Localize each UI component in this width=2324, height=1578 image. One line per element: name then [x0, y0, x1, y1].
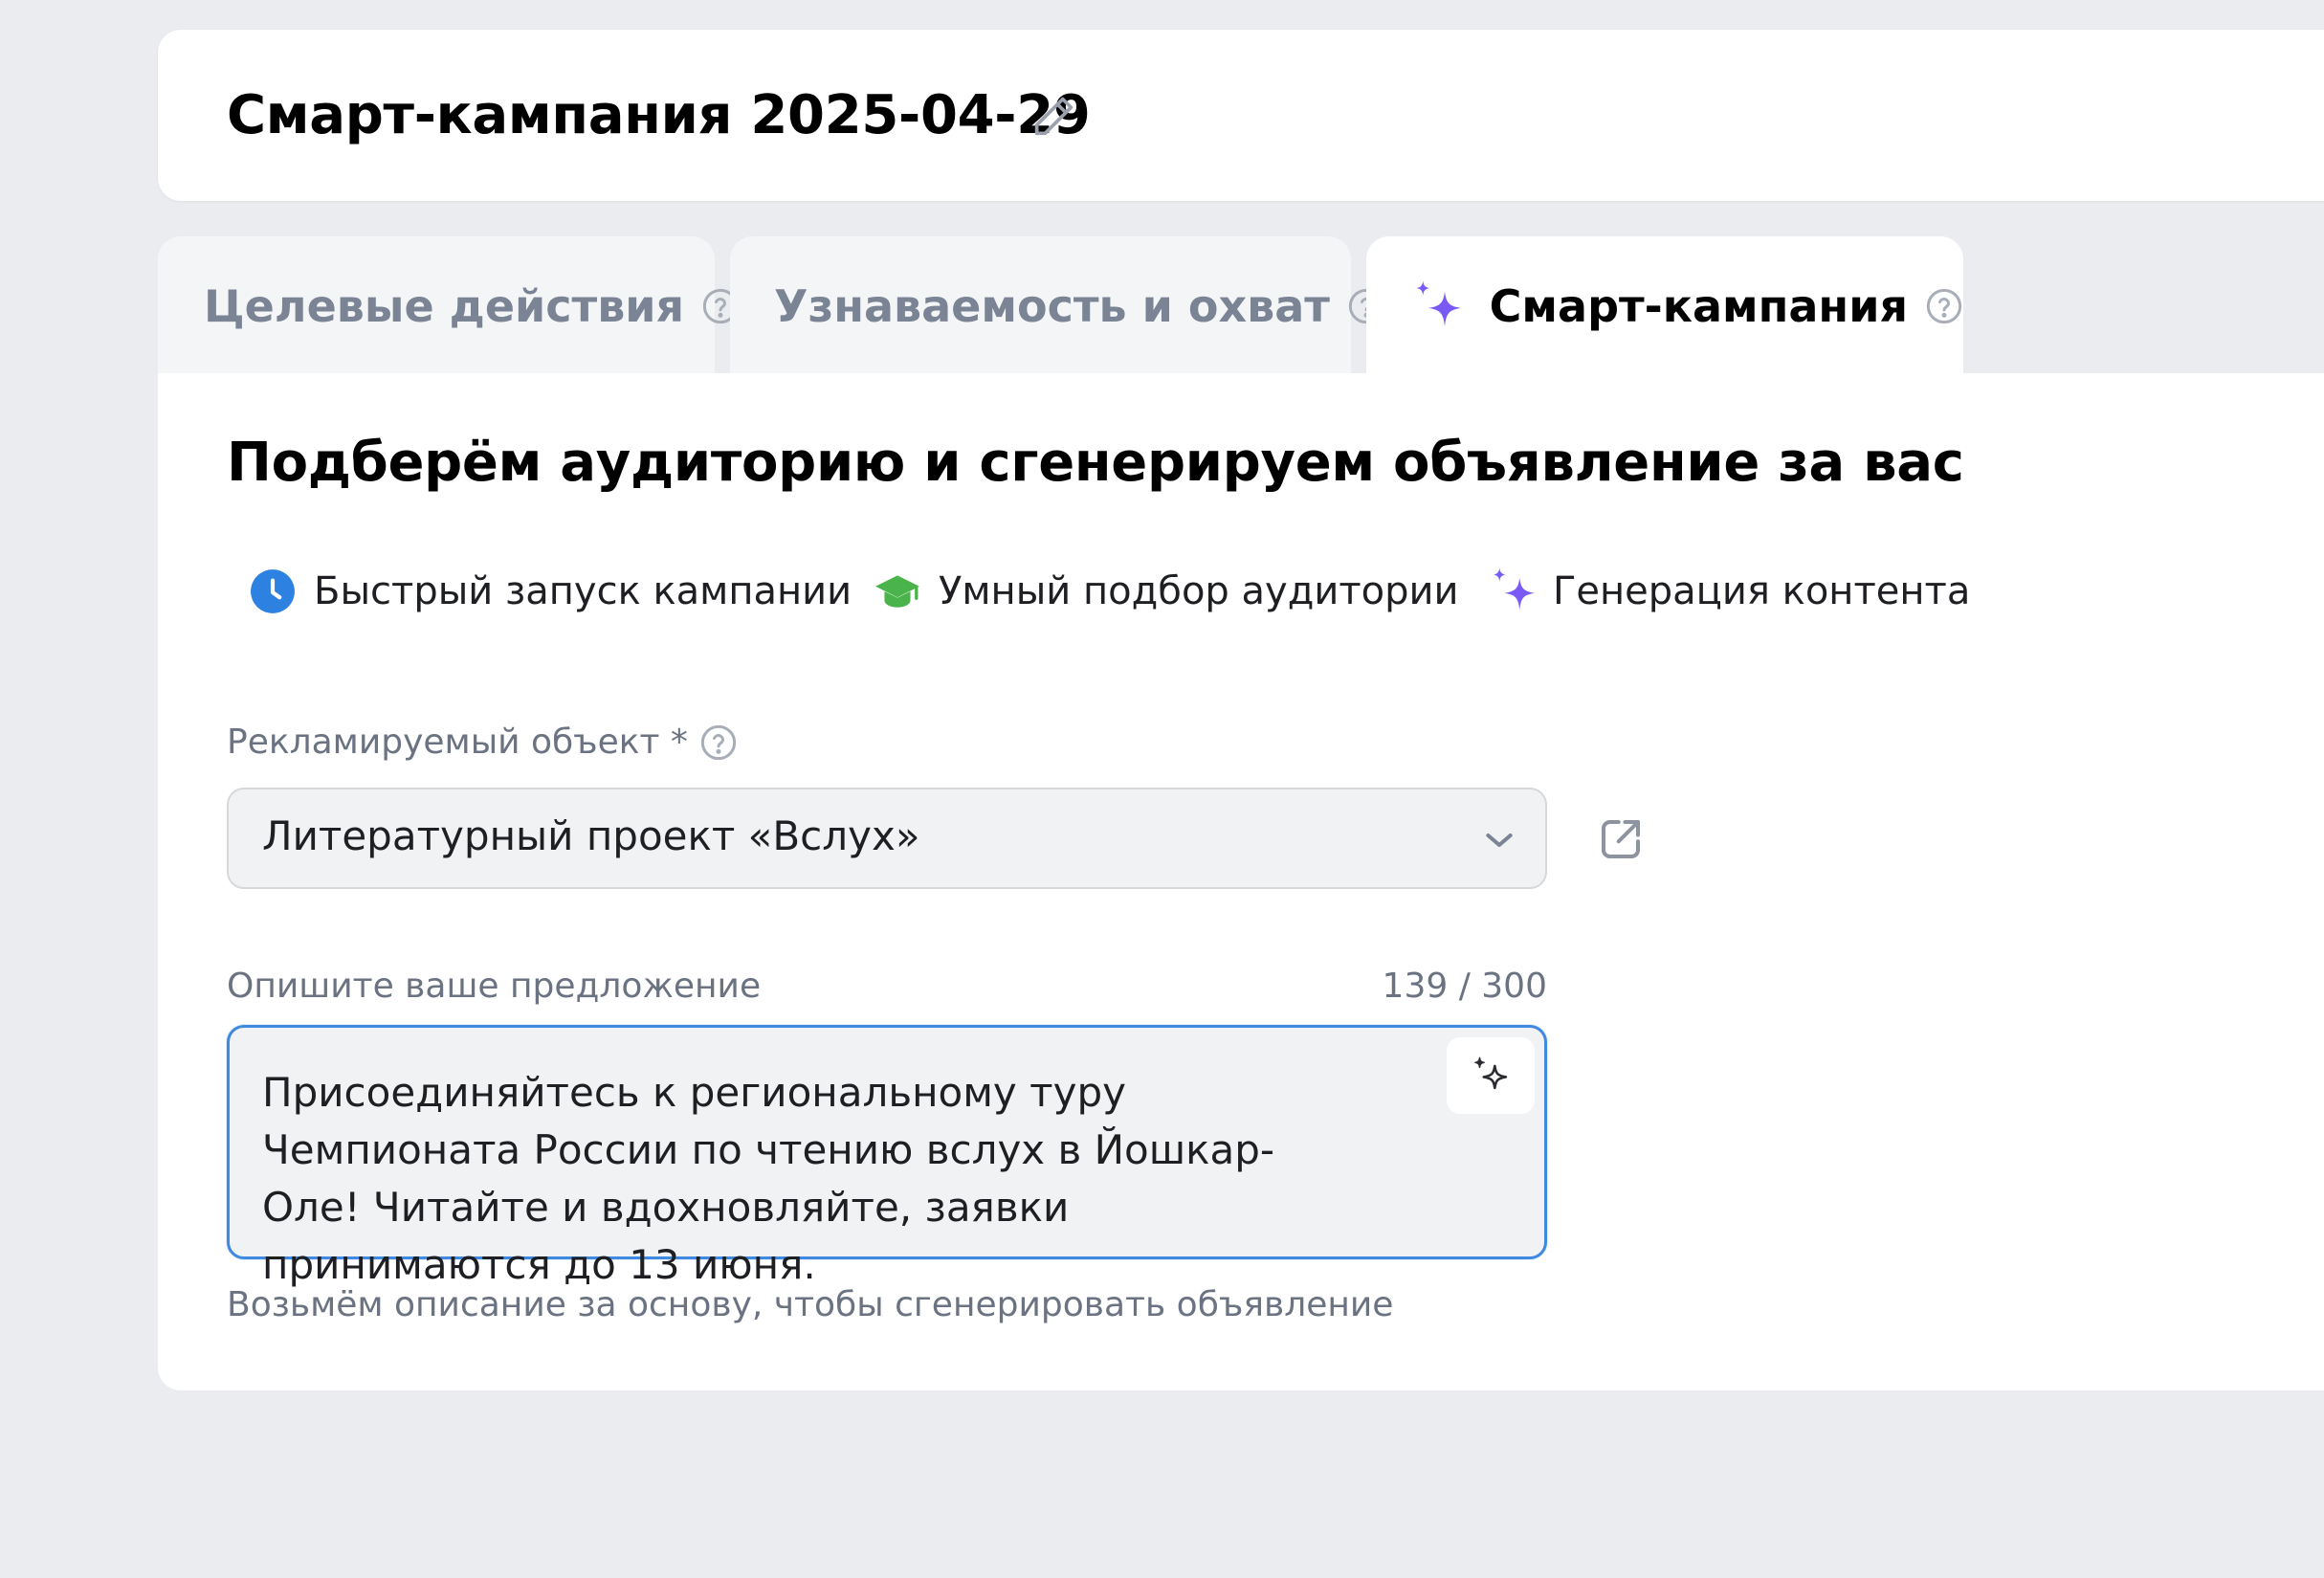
description-text[interactable]: Присоединяйтесь к региональному туру Чем… — [262, 1064, 1362, 1294]
sparkles-icon — [1494, 567, 1535, 611]
pencil-icon[interactable] — [1029, 92, 1078, 142]
help-icon[interactable] — [1925, 287, 1963, 325]
clock-icon — [251, 569, 295, 613]
description-textarea[interactable]: Присоединяйтесь к региональному туру Чем… — [227, 1025, 1547, 1288]
feature-label: Умный подбор аудитории — [939, 569, 1459, 613]
advertised-object-label-text: Рекламируемый объект * — [227, 722, 688, 762]
advertised-object-select[interactable]: Литературный проект «Вслух» — [227, 788, 1547, 889]
tab-target-actions[interactable]: Целевые действия — [158, 236, 739, 375]
description-label: Опишите ваше предложение — [227, 967, 762, 1006]
feature-label: Быстрый запуск кампании — [314, 569, 852, 613]
external-link-icon[interactable] — [1595, 813, 1647, 865]
advertised-object-label: Рекламируемый объект * — [227, 722, 738, 762]
advertised-object-value: Литературный проект «Вслух» — [262, 812, 920, 859]
generate-ai-button[interactable] — [1447, 1037, 1535, 1114]
sparkles-icon — [1416, 279, 1462, 326]
description-hint: Возьмём описание за основу, чтобы сгенер… — [227, 1285, 1394, 1324]
feature-content-generation: Генерация контента — [1488, 563, 1970, 620]
feature-fast-launch: Быстрый запуск кампании — [249, 563, 852, 620]
section-title: Подберём аудиторию и сгенерируем объявле… — [227, 432, 1964, 494]
page-title: Смарт-кампания 2025-04-29 — [227, 84, 1091, 146]
help-icon[interactable] — [699, 723, 738, 762]
tab-smart-campaign[interactable]: Смарт-кампания — [1366, 236, 1963, 375]
feature-smart-audience: Умный подбор аудитории — [874, 563, 1459, 620]
tab-awareness-reach[interactable]: Узнаваемость и охват — [730, 236, 1384, 375]
tab-label: Узнаваемость и охват — [774, 279, 1330, 332]
graduation-cap-icon — [875, 575, 919, 608]
smart-campaign-panel: Подберём аудиторию и сгенерируем объявле… — [158, 373, 2324, 1390]
character-counter: 139 / 300 — [1382, 967, 1547, 1006]
sparkles-icon — [1474, 1056, 1508, 1090]
chevron-down-icon — [1486, 833, 1513, 847]
tab-label: Смарт-кампания — [1489, 279, 1908, 332]
feature-label: Генерация контента — [1553, 569, 1971, 613]
campaign-header-card: Смарт-кампания 2025-04-29 — [158, 30, 2324, 201]
tab-label: Целевые действия — [204, 279, 685, 332]
